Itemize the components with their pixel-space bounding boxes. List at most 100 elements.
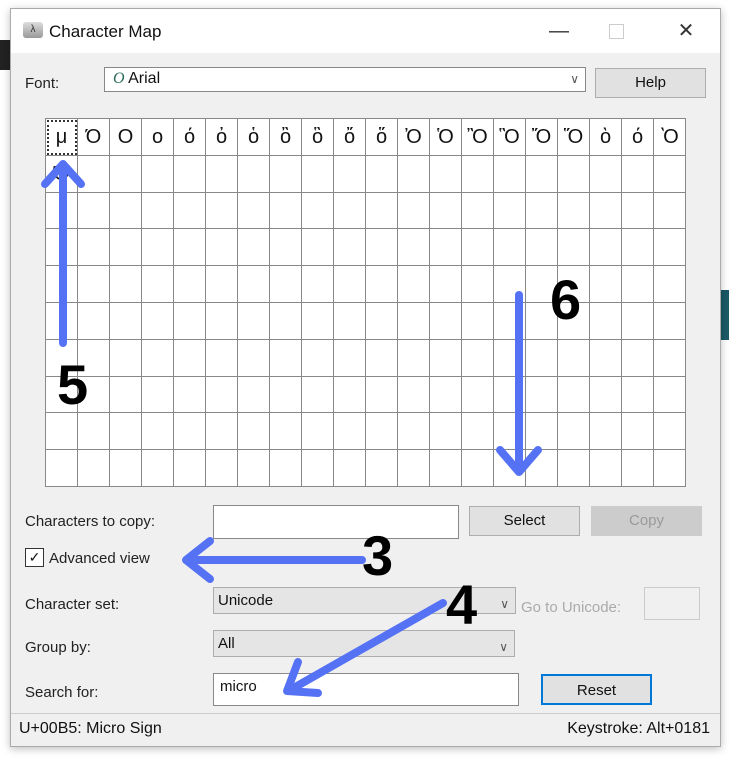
character-cell[interactable]: Ὁ (430, 119, 462, 156)
character-cell[interactable] (622, 413, 654, 451)
character-cell[interactable] (622, 450, 654, 487)
character-cell[interactable] (622, 229, 654, 267)
character-cell[interactable] (526, 229, 558, 267)
character-cell[interactable] (494, 339, 526, 377)
character-cell[interactable] (590, 192, 622, 230)
search-input[interactable]: micro (213, 673, 519, 706)
character-grid[interactable]: μΌΟοόὀὁὂὃὄὅὈὉὊὋὌὍὸόῸΌ (45, 118, 686, 487)
character-cell[interactable] (430, 229, 462, 267)
character-cell[interactable] (590, 376, 622, 414)
character-cell[interactable] (270, 450, 302, 487)
character-cell[interactable] (622, 339, 654, 377)
character-cell[interactable] (622, 376, 654, 414)
characters-to-copy-input[interactable] (213, 505, 459, 539)
character-cell[interactable] (110, 302, 142, 340)
character-cell[interactable] (302, 413, 334, 451)
character-cell[interactable]: ό (174, 119, 206, 156)
character-cell[interactable] (270, 302, 302, 340)
character-cell[interactable] (238, 413, 270, 451)
character-cell[interactable] (494, 302, 526, 340)
character-cell[interactable] (110, 376, 142, 414)
character-cell[interactable] (238, 450, 270, 487)
advanced-view-checkbox[interactable]: ✓ (25, 548, 44, 567)
character-cell[interactable] (494, 266, 526, 303)
character-cell[interactable]: Ό (46, 155, 78, 193)
character-cell[interactable] (46, 192, 78, 230)
character-cell[interactable] (78, 450, 110, 487)
character-cell[interactable] (46, 266, 78, 303)
character-cell[interactable] (398, 155, 430, 193)
character-cell[interactable] (334, 450, 366, 487)
character-cell[interactable] (238, 155, 270, 193)
character-cell[interactable] (110, 155, 142, 193)
character-cell[interactable] (590, 413, 622, 451)
character-cell[interactable] (398, 192, 430, 230)
character-cell[interactable] (366, 413, 398, 451)
character-cell[interactable] (494, 229, 526, 267)
character-cell[interactable] (622, 302, 654, 340)
character-cell[interactable] (462, 376, 494, 414)
character-cell[interactable] (366, 376, 398, 414)
character-cell[interactable] (590, 450, 622, 487)
character-cell[interactable] (110, 266, 142, 303)
character-cell[interactable] (334, 266, 366, 303)
character-cell[interactable] (622, 266, 654, 303)
character-cell[interactable] (142, 339, 174, 377)
character-cell[interactable] (270, 192, 302, 230)
character-cell[interactable]: ὂ (270, 119, 302, 156)
character-cell[interactable]: ὃ (302, 119, 334, 156)
character-cell[interactable] (462, 229, 494, 267)
character-cell[interactable] (366, 229, 398, 267)
character-cell[interactable] (398, 339, 430, 377)
reset-button[interactable]: Reset (541, 674, 652, 705)
character-cell[interactable] (110, 450, 142, 487)
character-cell[interactable] (622, 155, 654, 193)
character-cell[interactable] (46, 229, 78, 267)
character-cell[interactable] (558, 192, 590, 230)
character-cell[interactable] (462, 266, 494, 303)
character-cell[interactable] (654, 155, 686, 193)
character-cell[interactable] (430, 413, 462, 451)
character-cell[interactable] (206, 155, 238, 193)
character-cell[interactable]: Ὸ (654, 119, 686, 156)
character-cell[interactable] (174, 413, 206, 451)
character-cell[interactable] (334, 376, 366, 414)
character-cell[interactable] (430, 339, 462, 377)
character-cell[interactable] (174, 302, 206, 340)
character-cell[interactable] (270, 155, 302, 193)
character-cell[interactable] (174, 229, 206, 267)
character-cell[interactable] (206, 413, 238, 451)
character-cell[interactable] (334, 413, 366, 451)
character-cell[interactable] (366, 192, 398, 230)
character-cell[interactable] (302, 376, 334, 414)
character-cell[interactable]: ὀ (206, 119, 238, 156)
character-cell[interactable] (46, 302, 78, 340)
character-cell[interactable] (430, 450, 462, 487)
character-cell[interactable] (590, 302, 622, 340)
character-cell[interactable]: ό (622, 119, 654, 156)
close-icon[interactable]: ✕ (666, 17, 706, 45)
character-cell[interactable] (494, 413, 526, 451)
character-cell[interactable] (398, 450, 430, 487)
character-cell[interactable] (238, 266, 270, 303)
character-cell[interactable]: Ὃ (494, 119, 526, 156)
character-cell[interactable]: Ὄ (526, 119, 558, 156)
character-cell[interactable]: ὸ (590, 119, 622, 156)
character-cell[interactable] (142, 192, 174, 230)
character-cell[interactable] (462, 413, 494, 451)
character-cell[interactable] (110, 339, 142, 377)
character-cell[interactable] (110, 192, 142, 230)
character-cell[interactable] (366, 339, 398, 377)
character-cell[interactable] (78, 413, 110, 451)
character-cell[interactable] (174, 339, 206, 377)
character-cell[interactable] (174, 192, 206, 230)
character-cell[interactable] (398, 376, 430, 414)
character-cell[interactable] (174, 155, 206, 193)
character-cell[interactable] (302, 450, 334, 487)
character-cell[interactable] (526, 450, 558, 487)
character-cell[interactable] (206, 192, 238, 230)
character-cell[interactable] (206, 339, 238, 377)
character-cell[interactable] (78, 229, 110, 267)
character-cell[interactable] (206, 302, 238, 340)
character-cell[interactable] (430, 266, 462, 303)
